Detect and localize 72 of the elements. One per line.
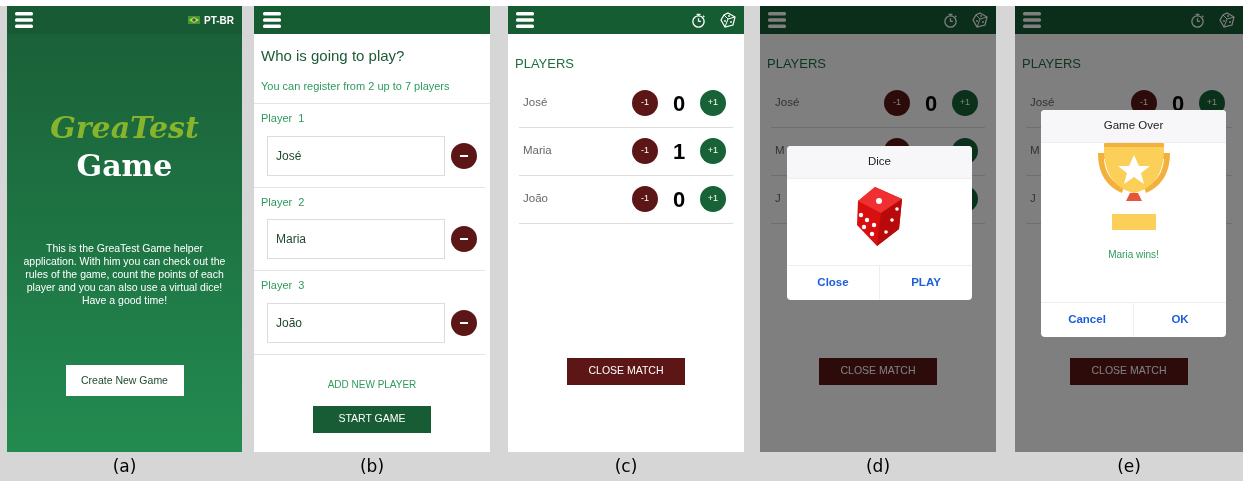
player-name-field[interactable]: José — [267, 135, 445, 176]
stopwatch-icon[interactable] — [943, 12, 958, 28]
stopwatch-icon[interactable] — [691, 12, 706, 28]
close-match-button[interactable]: CLOSE MATCH — [567, 357, 685, 385]
dialog-title: Game Over — [1041, 110, 1226, 143]
dice-icon[interactable] — [972, 12, 988, 28]
menu-icon[interactable] — [15, 12, 33, 28]
player-name: M — [1029, 143, 1041, 159]
figure-caption: (d) — [865, 455, 891, 478]
start-game-button[interactable]: START GAME — [313, 405, 431, 433]
logo-subtitle: Game — [76, 147, 173, 185]
close-match-button[interactable]: CLOSE MATCH — [1070, 357, 1188, 385]
dialog-button[interactable]: Cancel — [1041, 303, 1133, 337]
figure-caption: (c) — [614, 455, 638, 478]
menu-icon[interactable] — [768, 12, 786, 28]
player-score: 0 — [923, 89, 939, 118]
player-name: M — [774, 143, 786, 159]
description-text: This is the GreaTest Game helper application. With him you can check out the rules of the game, count the points of each player and you can also use a virtual dice! Have a good time! — [22, 242, 227, 307]
dialog-button[interactable]: PLAY — [879, 266, 972, 300]
player-score: 1 — [671, 137, 687, 166]
menu-icon[interactable] — [1023, 12, 1041, 28]
close-match-button[interactable]: CLOSE MATCH — [819, 357, 937, 385]
remove-player-button[interactable] — [451, 226, 477, 252]
section-heading: PLAYERS — [514, 55, 575, 73]
player-name: João — [522, 191, 549, 207]
remove-player-button[interactable] — [451, 142, 477, 169]
player-name-field[interactable]: Maria — [267, 219, 445, 259]
add-player-link[interactable]: ADD NEW PLAYER — [327, 376, 417, 392]
section-heading: PLAYERS — [1021, 55, 1082, 73]
plus-one-button[interactable]: +1 — [700, 138, 726, 164]
player-score: 0 — [671, 185, 687, 214]
stopwatch-icon[interactable] — [1190, 12, 1205, 28]
flag-icon — [188, 16, 200, 24]
menu-icon[interactable] — [516, 12, 534, 28]
minus-icon — [460, 238, 468, 240]
dialog-button[interactable]: OK — [1133, 303, 1226, 337]
plus-one-button[interactable]: +1 — [700, 90, 726, 116]
plus-one-button[interactable]: +1 — [952, 90, 978, 116]
player-name: José — [1029, 95, 1056, 111]
minus-one-button[interactable]: -1 — [632, 138, 658, 164]
minus-icon — [460, 321, 468, 324]
result-message: Maria wins! — [1108, 248, 1159, 262]
figure-caption: (b) — [359, 455, 385, 478]
figure-caption: (e) — [1117, 455, 1141, 478]
figure-caption: (a) — [112, 455, 137, 478]
screen-title: Who is going to play? — [261, 46, 406, 66]
player-label: Player 1 — [261, 111, 306, 126]
dice-icon[interactable] — [1219, 12, 1235, 28]
plus-one-button[interactable]: +1 — [700, 186, 726, 212]
section-heading: PLAYERS — [766, 55, 827, 73]
logo-title: GreaTest — [50, 110, 199, 146]
screen-subtitle: You can register from 2 up to 7 players — [261, 78, 451, 94]
player-name-field[interactable]: João — [267, 302, 445, 343]
language-label[interactable]: PT-BR — [204, 12, 234, 28]
player-name: Maria — [522, 143, 553, 159]
player-name: J — [774, 191, 782, 207]
create-game-button[interactable]: Create New Game — [65, 365, 184, 396]
remove-player-button[interactable] — [451, 309, 477, 336]
player-name: José — [774, 95, 801, 111]
player-label: Player 3 — [261, 278, 306, 293]
minus-one-button[interactable]: -1 — [884, 90, 910, 116]
minus-one-button[interactable]: -1 — [632, 186, 658, 212]
dialog-title: Dice — [787, 146, 972, 179]
minus-icon — [460, 154, 468, 157]
player-name: J — [1029, 191, 1037, 207]
menu-icon[interactable] — [263, 12, 281, 28]
player-label: Player 2 — [261, 194, 306, 210]
minus-one-button[interactable]: -1 — [632, 90, 658, 116]
dialog-button[interactable]: Close — [787, 266, 879, 300]
player-name: José — [522, 95, 549, 111]
player-score: 0 — [671, 89, 687, 118]
dice-icon[interactable] — [720, 12, 736, 28]
